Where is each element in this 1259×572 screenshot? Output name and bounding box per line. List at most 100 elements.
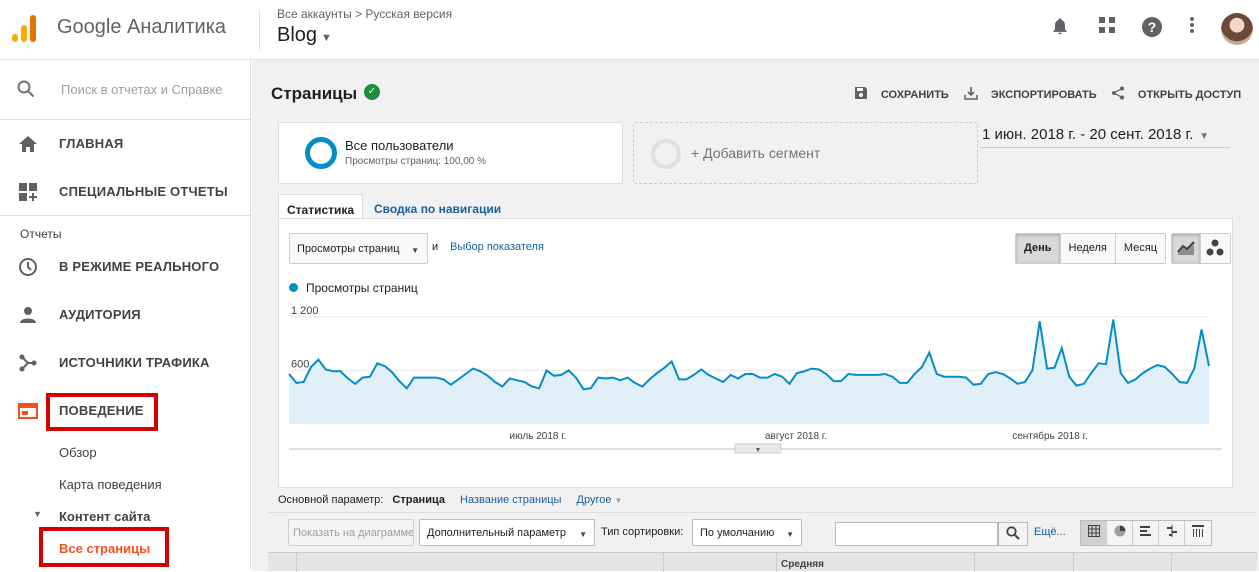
caret-down-icon: ▼ — [786, 530, 794, 539]
dimension-page-title[interactable]: Название страницы — [460, 494, 561, 506]
comparison-icon[interactable] — [1159, 521, 1185, 545]
dimension-other[interactable]: Другое ▼ — [577, 494, 623, 506]
line-chart-icon[interactable] — [1172, 234, 1201, 263]
sidebar-subitem-overview[interactable]: Обзор — [59, 445, 97, 460]
day-button[interactable]: День — [1016, 234, 1061, 263]
verified-check-icon: ✓ — [364, 84, 380, 100]
segment-detail: Просмотры страниц: 100,00 % — [345, 156, 486, 167]
caret-down-icon: ▼ — [614, 496, 623, 505]
sidebar-item-label: АУДИТОРИЯ — [59, 307, 141, 322]
search-icon[interactable] — [998, 522, 1028, 546]
table-toolbar: Показать на диаграмме Дополнительный пар… — [268, 512, 1257, 552]
sidebar-item-acquisition[interactable]: ИСТОЧНИКИ ТРАФИКА — [0, 339, 251, 387]
sidebar: Поиск в отчетах и Справке ГЛАВНАЯ СПЕЦИА… — [0, 60, 251, 571]
apps-grid-icon[interactable] — [1095, 16, 1119, 40]
export-label: ЭКСПОРТИРОВАТЬ — [990, 89, 1097, 101]
avatar[interactable] — [1221, 13, 1253, 45]
export-button[interactable]: ЭКСПОРТИРОВАТЬ — [964, 85, 1097, 101]
floppy-icon — [854, 85, 872, 101]
sidebar-item-label: В РЕЖИМЕ РЕАЛЬНОГО — [59, 259, 220, 274]
legend-dot-icon — [289, 283, 298, 292]
svg-text:?: ? — [1148, 19, 1157, 35]
share-label: ОТКРЫТЬ ДОСТУП — [1137, 89, 1242, 101]
sort-type-label: Тип сортировки: — [601, 526, 684, 538]
divider — [259, 10, 260, 50]
column-header-avg: Средняя — [781, 559, 824, 570]
bar-chart-icon[interactable] — [1133, 521, 1159, 545]
segment-ring-icon — [305, 137, 337, 169]
primary-dimension-label: Основной параметр: — [278, 494, 384, 506]
clock-icon — [17, 257, 39, 279]
property-name: Blog — [277, 24, 318, 46]
series-area — [289, 319, 1209, 424]
segment-ring-icon — [651, 139, 681, 169]
chart-gridlines — [289, 316, 1209, 371]
sidebar-item-audience[interactable]: АУДИТОРИЯ — [0, 291, 251, 339]
sidebar-item-home[interactable]: ГЛАВНАЯ — [0, 120, 251, 168]
sidebar-subitem-behavior-flow[interactable]: Карта поведения — [59, 477, 162, 492]
sidebar-item-custom-reports[interactable]: СПЕЦИАЛЬНЫЕ ОТЧЕТЫ — [0, 168, 251, 216]
x-tick-label: сентябрь 2018 г. — [1012, 430, 1088, 442]
column-divider — [1073, 553, 1074, 572]
behavior-window-icon — [17, 401, 39, 423]
search-input[interactable]: Поиск в отчетах и Справке — [61, 82, 231, 97]
add-segment-label: + Добавить сегмент — [691, 145, 821, 161]
download-icon — [964, 85, 982, 101]
dimension-other-label: Другое — [576, 494, 612, 506]
save-button[interactable]: СОХРАНИТЬ — [854, 85, 949, 101]
bell-icon[interactable] — [1048, 16, 1072, 40]
sidebar-item-label: ИСТОЧНИКИ ТРАФИКА — [59, 355, 210, 370]
caret-down-icon: ▼ — [321, 32, 332, 44]
table-header: Средняя — [268, 552, 1257, 572]
legend-label: Просмотры страниц — [306, 281, 418, 295]
motion-chart-icon[interactable] — [1201, 234, 1230, 263]
pie-chart-icon[interactable] — [1107, 521, 1133, 545]
more-vert-icon[interactable] — [1180, 16, 1204, 40]
reports-section-header: Отчеты — [20, 227, 62, 241]
week-button[interactable]: Неделя — [1060, 234, 1116, 263]
table-grid-icon[interactable] — [1081, 521, 1107, 545]
caret-down-icon: ▼ — [579, 530, 587, 539]
dimension-page[interactable]: Страница — [392, 494, 445, 506]
more-options-link[interactable]: Ещё... — [1034, 526, 1066, 538]
tab-statistics[interactable]: Статистика — [278, 194, 364, 219]
granularity-buttons: День Неделя Месяц — [1015, 233, 1167, 264]
highlight-box — [39, 527, 169, 567]
column-divider — [776, 553, 777, 572]
caret-down-icon: ▼ — [411, 246, 419, 255]
sort-type-select[interactable]: По умолчанию ▼ — [692, 519, 802, 546]
metric-select[interactable]: Просмотры страниц ▼ — [289, 233, 428, 264]
share-button[interactable]: ОТКРЫТЬ ДОСТУП — [1111, 85, 1241, 101]
share-icon — [1111, 85, 1129, 101]
secondary-dimension-select[interactable]: Дополнительный параметр ▼ — [419, 519, 595, 546]
table-search-input[interactable] — [835, 522, 998, 546]
help-icon[interactable]: ? — [1140, 16, 1164, 40]
line-chart: 1 200 600 июль 2018 г. август 2018 г. се… — [288, 305, 1222, 454]
main-content: Страницы ✓ СОХРАНИТЬ ЭКСПОРТИРОВАТЬ ОТКР… — [252, 60, 1259, 572]
home-icon — [17, 134, 39, 156]
segment-all-users[interactable]: Все пользователи Просмотры страниц: 100,… — [278, 122, 623, 184]
tab-navigation-summary[interactable]: Сводка по навигации — [366, 194, 509, 219]
add-segment-button[interactable]: + Добавить сегмент — [633, 122, 978, 184]
divider — [980, 147, 1230, 148]
month-button[interactable]: Месяц — [1115, 234, 1166, 263]
plot-rows-button[interactable]: Показать на диаграмме — [288, 519, 414, 546]
sidebar-subitem-site-content[interactable]: Контент сайта — [59, 509, 150, 524]
date-range-picker[interactable]: 1 июн. 2018 г. - 20 сент. 2018 г. ▼ — [982, 126, 1209, 143]
dashboard-plus-icon — [17, 182, 39, 204]
table-view-buttons — [1080, 520, 1212, 546]
triangle-down-icon: ▼ — [33, 509, 42, 519]
y-tick-label: 600 — [291, 358, 309, 370]
pivot-icon[interactable] — [1185, 521, 1211, 545]
column-divider — [1171, 553, 1172, 572]
primary-dimension-row: Основной параметр: Страница Название стр… — [278, 494, 622, 506]
sidebar-item-realtime[interactable]: В РЕЖИМЕ РЕАЛЬНОГО — [0, 243, 251, 291]
highlight-box — [46, 393, 158, 431]
brand-name: Google Аналитика — [57, 16, 227, 38]
person-icon — [17, 305, 39, 327]
property-selector[interactable]: Blog ▼ — [277, 24, 332, 47]
sidebar-search[interactable]: Поиск в отчетах и Справке — [0, 60, 251, 120]
account-breadcrumb[interactable]: Все аккаунты > Русская версия — [277, 7, 452, 21]
choose-metric-link[interactable]: Выбор показателя — [450, 241, 544, 253]
column-divider — [974, 553, 975, 572]
